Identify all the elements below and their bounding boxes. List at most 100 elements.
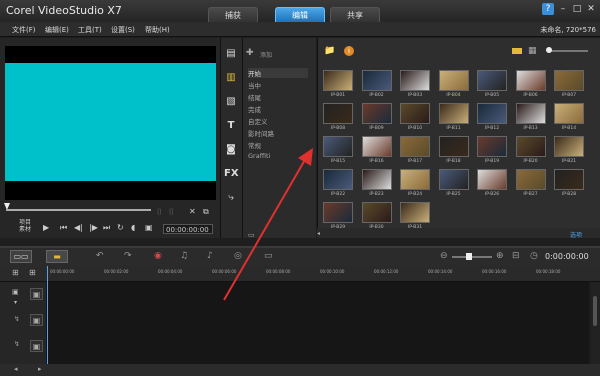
thumbnail-item[interactable]: IP-B21 <box>554 136 584 168</box>
enlarge-icon[interactable]: ⧉ <box>203 207 209 217</box>
video-track-icon[interactable]: ▣ <box>30 288 43 300</box>
thumbnail-item[interactable]: IP-B20 <box>515 136 546 168</box>
thumbnail-image[interactable] <box>323 136 353 157</box>
next-frame-icon[interactable]: |▶ <box>89 223 98 232</box>
category-start[interactable]: 开始 <box>248 68 308 78</box>
instant-project-icon[interactable]: ▥ <box>224 72 238 84</box>
motion-tracking-icon[interactable]: ◎ <box>234 251 242 261</box>
thumbnail-image[interactable] <box>323 70 353 91</box>
chapter-point-icon[interactable]: ⊞ <box>29 268 36 277</box>
thumbnail-item[interactable]: IP-B05 <box>477 70 507 102</box>
menu-file[interactable]: 文件(F) <box>12 25 36 35</box>
trim-out-icon[interactable]: ⌷ <box>169 207 174 217</box>
title-track-link-icon[interactable]: ↯ <box>14 340 20 348</box>
menu-edit[interactable]: 编辑(E) <box>45 25 69 35</box>
storyboard-view-button[interactable]: ▭▭ <box>10 250 32 263</box>
thumbnail-item[interactable]: IP-B17 <box>400 136 430 168</box>
scroll-left-icon[interactable]: ◂ <box>14 365 18 373</box>
timeline-tracks[interactable] <box>46 282 589 364</box>
thumb-size-slider[interactable] <box>548 50 588 52</box>
thumbnail-item[interactable]: IP-B08 <box>323 103 353 135</box>
scroll-right-icon[interactable]: ▸ <box>38 365 42 373</box>
timeline-ruler[interactable] <box>0 266 600 282</box>
menu-settings[interactable]: 设置(S) <box>111 25 135 35</box>
thumbnail-image[interactable] <box>554 136 584 157</box>
auto-music-icon[interactable]: ♪ <box>207 251 213 261</box>
track-dropdown-icon[interactable]: ▾ <box>14 299 17 306</box>
folder-icon[interactable]: 📁 <box>324 46 335 56</box>
thumbnail-image[interactable] <box>477 136 507 157</box>
add-label[interactable]: 添加 <box>260 50 272 59</box>
subtitle-editor-icon[interactable]: ▭ <box>264 251 273 261</box>
overlay-track-link-icon[interactable]: ↯ <box>14 315 20 323</box>
volume-icon[interactable]: ◖ <box>131 223 135 232</box>
thumbnail-image[interactable] <box>477 103 507 124</box>
category-custom[interactable]: 自定义 <box>248 116 268 126</box>
thumbnail-image[interactable] <box>515 136 546 157</box>
thumbnail-item[interactable]: IP-B10 <box>400 103 430 135</box>
thumbnail-image[interactable] <box>554 169 584 190</box>
fx-icon[interactable]: FX <box>224 168 239 180</box>
thumbnail-image[interactable] <box>438 103 469 124</box>
thumbnail-image[interactable] <box>477 169 507 190</box>
thumbnail-item[interactable]: IP-B27 <box>515 169 546 201</box>
thumbnail-image[interactable] <box>515 169 546 190</box>
undo-icon[interactable]: ↶ <box>96 251 104 261</box>
thumbnail-item[interactable]: IP-B04 <box>438 70 469 102</box>
thumbnail-item[interactable]: IP-B02 <box>361 70 392 102</box>
collapse-icon[interactable]: ◂ <box>317 230 320 237</box>
thumbnail-item[interactable]: IP-B12 <box>477 103 507 135</box>
thumbnail-image[interactable] <box>400 202 430 223</box>
library-expand-icon[interactable]: ▭ <box>248 231 255 239</box>
thumbnail-image[interactable] <box>323 202 353 223</box>
video-track-lock-icon[interactable]: ▣ <box>12 288 19 296</box>
thumbnail-image[interactable] <box>515 103 546 124</box>
thumbnail-image[interactable] <box>361 202 392 223</box>
thumbnail-image[interactable] <box>554 70 584 91</box>
hd-icon[interactable]: ▣ <box>145 223 153 232</box>
timeline-timecode[interactable]: 0:00:00:00 <box>545 252 589 261</box>
sort-icon[interactable]: ▦ <box>528 46 537 56</box>
thumb-view-icon[interactable] <box>512 48 522 54</box>
thumbnail-image[interactable] <box>554 103 584 124</box>
thumbnail-image[interactable] <box>323 103 353 124</box>
thumbnail-item[interactable]: IP-B23 <box>361 169 392 201</box>
tab-share[interactable]: 共享 <box>330 7 380 22</box>
maximize-button[interactable]: □ <box>571 3 583 15</box>
timecode-clock-icon[interactable]: ◷ <box>530 251 538 261</box>
transition-icon[interactable]: ▧ <box>224 96 238 108</box>
repeat-icon[interactable]: ↻ <box>117 223 124 232</box>
scrollbar-thumb[interactable] <box>593 296 597 326</box>
zoom-slider-handle[interactable] <box>466 253 472 260</box>
category-graffiti[interactable]: Graffiti <box>248 152 270 160</box>
thumbnail-item[interactable]: IP-B09 <box>361 103 392 135</box>
thumbnail-item[interactable]: IP-B11 <box>438 103 469 135</box>
thumbnail-image[interactable] <box>438 169 469 190</box>
thumbnail-item[interactable]: IP-B01 <box>323 70 353 102</box>
zoom-in-icon[interactable]: ⊕ <box>496 251 504 261</box>
thumbnail-image[interactable] <box>361 136 392 157</box>
scrubber-bar[interactable] <box>6 209 151 211</box>
thumbnail-image[interactable] <box>361 70 392 91</box>
tab-edit[interactable]: 编辑 <box>275 7 325 22</box>
category-complete[interactable]: 完成 <box>248 104 261 114</box>
thumbnail-item[interactable]: IP-B07 <box>554 70 584 102</box>
thumbnail-item[interactable]: IP-B26 <box>477 169 507 201</box>
thumbnail-item[interactable]: IP-B18 <box>438 136 469 168</box>
trim-in-icon[interactable]: ⌷ <box>157 207 162 217</box>
thumbnail-image[interactable] <box>400 70 430 91</box>
thumbnail-image[interactable] <box>477 70 507 91</box>
media-icon[interactable]: ▤ <box>224 48 238 60</box>
thumbnail-item[interactable]: IP-B06 <box>515 70 546 102</box>
preview-timecode[interactable]: 00:00:00:00 <box>163 224 213 234</box>
thumbnail-image[interactable] <box>361 169 392 190</box>
category-middle[interactable]: 当中 <box>248 80 261 90</box>
thumbnail-image[interactable] <box>361 103 392 124</box>
thumbnail-image[interactable] <box>400 136 430 157</box>
thumbnail-image[interactable] <box>515 70 546 91</box>
info-icon[interactable]: i <box>344 46 354 56</box>
timeline-view-button[interactable]: ▬ <box>46 250 68 263</box>
sound-mixer-icon[interactable]: ♫ <box>180 251 188 261</box>
options-button[interactable]: 选项 <box>570 230 582 239</box>
add-icon[interactable]: ✚ <box>246 48 254 58</box>
